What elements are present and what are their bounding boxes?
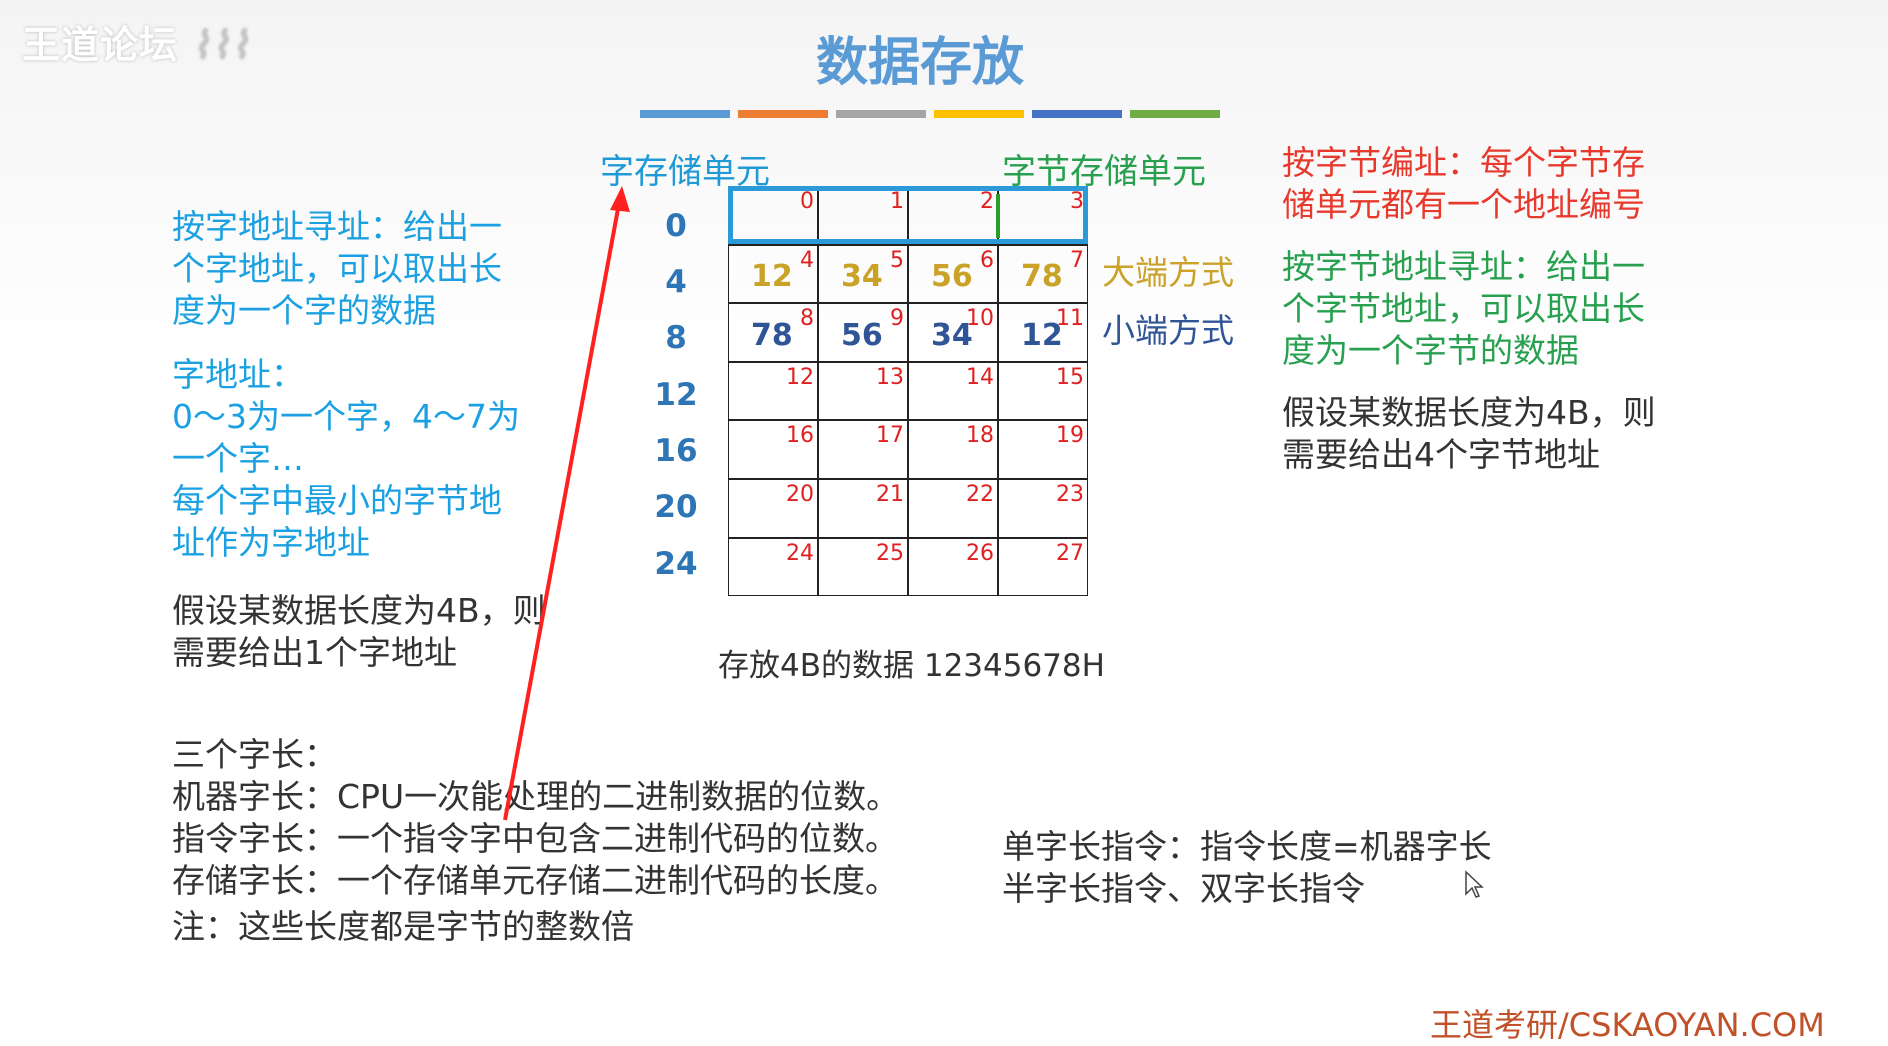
arrow-line xyxy=(503,197,622,821)
annotation-arrow xyxy=(503,186,630,821)
mouse-cursor-icon xyxy=(1465,870,1484,898)
arrow-head xyxy=(610,186,630,212)
footer-brand: 王道考研/CSKAOYAN.COM xyxy=(1430,1006,1825,1044)
